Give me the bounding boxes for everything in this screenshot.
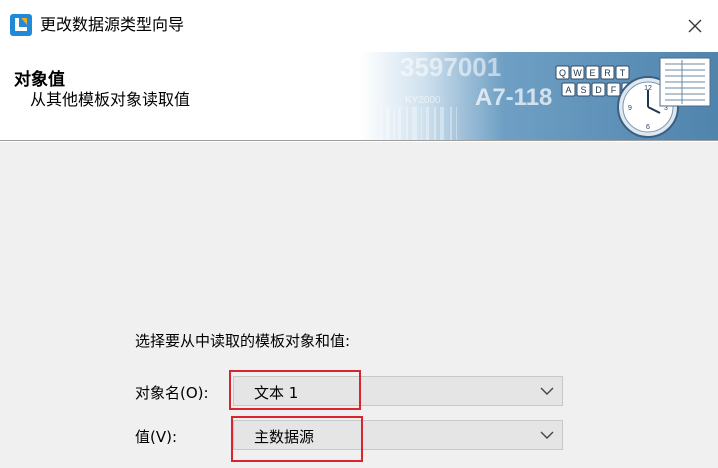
keyboard-key-label: D xyxy=(595,85,602,95)
svg-text:6: 6 xyxy=(646,124,650,131)
banner-bg-text-3: KY2000 xyxy=(405,95,441,106)
keyboard-key-label: R xyxy=(604,68,611,78)
object-name-dropdown[interactable]: 文本 1 xyxy=(233,376,563,406)
title-bar: 更改数据源类型向导 xyxy=(0,0,718,52)
svg-text:9: 9 xyxy=(628,105,632,112)
keyboard-key-label: T xyxy=(620,68,626,78)
chevron-down-icon xyxy=(540,431,554,439)
wizard-header: 对象值 从其他模板对象读取值 3597001 A7-118 KY2000 QWE… xyxy=(0,52,718,140)
keyboard-key-label: F xyxy=(611,85,617,95)
value-dropdown[interactable]: 主数据源 xyxy=(233,420,563,450)
object-name-label: 对象名(O): xyxy=(135,384,209,402)
keyboard-key-label: S xyxy=(580,85,586,95)
close-button[interactable] xyxy=(672,0,718,52)
window-title: 更改数据源类型向导 xyxy=(40,15,185,34)
chevron-down-icon xyxy=(540,387,554,395)
label-designer-icon xyxy=(10,14,32,36)
object-name-value: 文本 1 xyxy=(254,384,299,402)
close-icon xyxy=(688,19,702,33)
banner-bg-text-1: 3597001 xyxy=(400,52,501,82)
keyboard-key-label: A xyxy=(565,85,571,95)
keyboard-key-label: E xyxy=(589,68,595,78)
banner-bg-text-2: A7-118 xyxy=(475,84,552,111)
value-label: 值(V): xyxy=(135,428,178,446)
instruction-text: 选择要从中读取的模板对象和值: xyxy=(135,332,351,350)
header-divider-highlight xyxy=(0,141,718,142)
keyboard-key-label: W xyxy=(573,68,582,78)
keyboard-barcode-clock-illustration: 3597001 A7-118 KY2000 QWERT ASDFG 123 69 xyxy=(360,52,718,140)
value-dropdown-value: 主数据源 xyxy=(254,428,315,446)
page-subtitle: 从其他模板对象读取值 xyxy=(30,90,191,109)
keyboard-key-label: Q xyxy=(559,68,566,78)
